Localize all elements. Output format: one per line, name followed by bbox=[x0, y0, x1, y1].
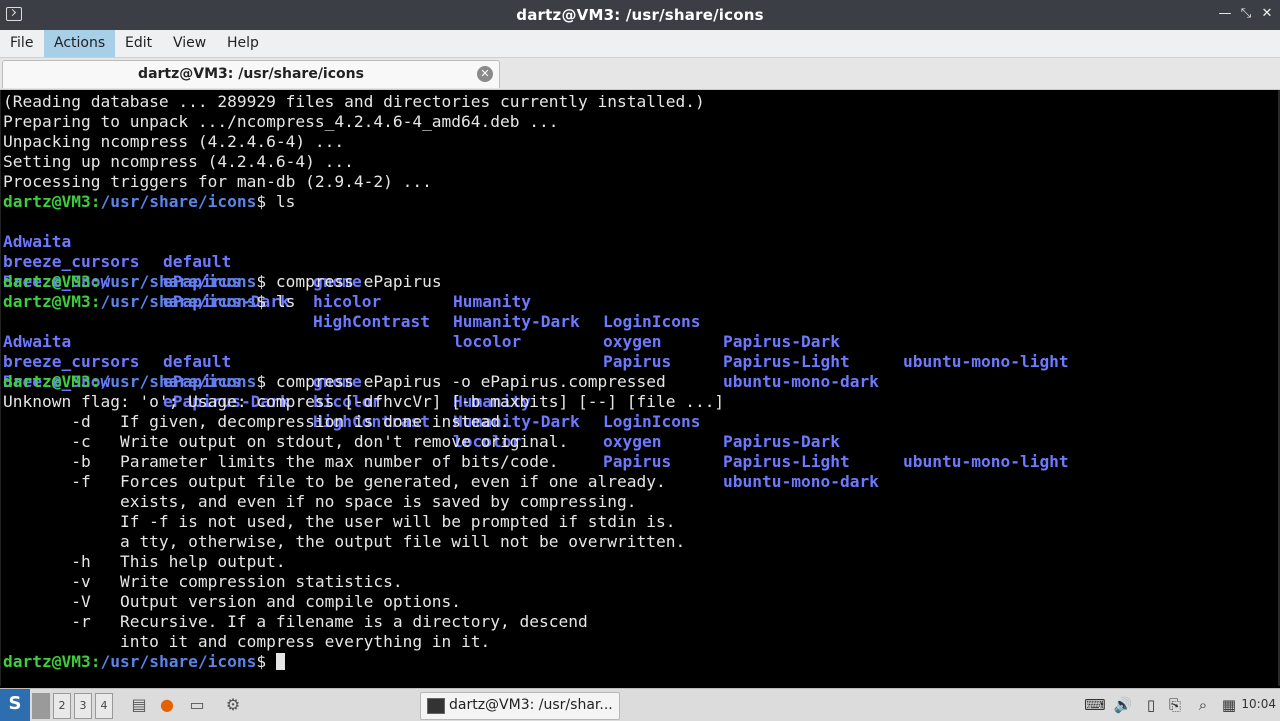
output-line: -d If given, decompression is done inste… bbox=[3, 412, 510, 431]
menu-actions[interactable]: Actions bbox=[44, 30, 116, 57]
prompt-user: dartz@VM3 bbox=[3, 652, 91, 671]
menu-file[interactable]: File bbox=[0, 30, 43, 57]
output-line: a tty, otherwise, the output file will n… bbox=[3, 532, 686, 551]
prompt-user: dartz@VM3 bbox=[3, 292, 91, 311]
output-line: If -f is not used, the user will be prom… bbox=[3, 512, 676, 531]
close-button[interactable]: ✕ bbox=[1258, 6, 1276, 21]
dir-entry: Humanity bbox=[453, 292, 531, 311]
output-line: -b Parameter limits the max number of bi… bbox=[3, 452, 559, 471]
command: ls bbox=[275, 192, 296, 211]
output-line: Unknown flag: 'o'; Usage: compress [-dfh… bbox=[3, 392, 725, 411]
prompt-user: dartz@VM3 bbox=[3, 272, 91, 291]
terminal-icon bbox=[427, 698, 445, 714]
clock[interactable]: 10:04 bbox=[1241, 697, 1276, 711]
prompt-user: dartz@VM3 bbox=[3, 192, 91, 211]
window-title: dartz@VM3: /usr/share/icons bbox=[516, 6, 764, 24]
folder-icon[interactable]: ▭ bbox=[186, 694, 208, 716]
menu-help[interactable]: Help bbox=[217, 30, 269, 57]
firefox-icon[interactable]: ● bbox=[156, 694, 178, 716]
tab-close-icon[interactable]: ✕ bbox=[477, 66, 493, 82]
keyboard-icon[interactable]: ⌨ bbox=[1084, 694, 1106, 716]
start-menu-icon[interactable]: S bbox=[0, 689, 30, 721]
desktop-2[interactable]: 2 bbox=[53, 693, 71, 719]
notes-icon[interactable]: ▦ bbox=[1218, 694, 1240, 716]
prompt-line: dartz@VM3:/usr/share/icons$ ls bbox=[3, 292, 296, 311]
terminal-output[interactable]: (Reading database ... 289929 files and d… bbox=[0, 90, 1279, 686]
ls-row: Breeze_Snow ePapirus-Dark HighContrast l… bbox=[3, 252, 1273, 391]
taskbar-window-label: dartz@VM3: /usr/shar... bbox=[449, 697, 613, 713]
ls-row: breeze_cursors ePapirus hicolor Humanity… bbox=[3, 332, 1273, 471]
minimize-button[interactable]: — bbox=[1216, 6, 1234, 21]
title-bar: dartz@VM3: /usr/share/icons — ⤡ ✕ bbox=[0, 0, 1280, 30]
output-line: -v Write compression statistics. bbox=[3, 572, 403, 591]
dir-entry: ubuntu-mono-dark bbox=[723, 372, 879, 391]
output-line: -h This help output. bbox=[3, 552, 286, 571]
output-line: -r Recursive. If a filename is a directo… bbox=[3, 612, 588, 631]
prompt-path: /usr/share/icons bbox=[100, 292, 257, 311]
desktop-1[interactable] bbox=[32, 693, 50, 719]
output-line: -f Forces output file to be generated, e… bbox=[3, 472, 666, 491]
command: ls bbox=[275, 292, 296, 311]
ls-row: breeze_cursors ePapirus hicolor Humanity… bbox=[3, 232, 1273, 371]
dir-entry: ubuntu-mono-dark bbox=[723, 472, 879, 491]
ls-row: Adwaita default gnome Humanity LoginIcon… bbox=[3, 212, 1273, 371]
tab-label: dartz@VM3: /usr/share/icons bbox=[138, 66, 364, 82]
prompt-line: dartz@VM3:/usr/share/icons$ ls bbox=[3, 192, 296, 211]
desktop-4[interactable]: 4 bbox=[95, 693, 113, 719]
battery-icon[interactable]: ▯ bbox=[1140, 694, 1162, 716]
menu-bar: File Actions Edit View Help bbox=[0, 30, 1280, 58]
output-line: Unpacking ncompress (4.2.4.6-4) ... bbox=[3, 132, 345, 151]
text-cursor bbox=[275, 653, 285, 670]
dir-entry: LoginIcons bbox=[603, 412, 701, 431]
dir-entry: oxygen bbox=[603, 432, 662, 451]
dir-entry: Papirus-Dark bbox=[723, 432, 840, 451]
dir-entry: hicolor bbox=[313, 292, 382, 311]
output-line: exists, and even if no space is saved by… bbox=[3, 492, 637, 511]
taskbar: S 2 3 4 ▤ ● ▭ ⚙ dartz@VM3: /usr/shar... … bbox=[0, 688, 1280, 721]
prompt-line[interactable]: dartz@VM3:/usr/share/icons$ bbox=[3, 652, 285, 672]
clipboard-icon[interactable]: ⎘ bbox=[1164, 694, 1186, 716]
prompt-path: /usr/share/icons bbox=[100, 372, 257, 391]
command: compress ePapirus -o ePapirus.compressed bbox=[275, 372, 666, 391]
output-line: Setting up ncompress (4.2.4.6-4) ... bbox=[3, 152, 354, 171]
ls-row: Adwaita default gnome Humanity LoginIcon… bbox=[3, 312, 1273, 471]
prompt-path: /usr/share/icons bbox=[100, 272, 257, 291]
file-manager-icon[interactable]: ▤ bbox=[128, 694, 150, 716]
dir-entry: Papirus bbox=[603, 452, 672, 471]
output-line: Processing triggers for man-db (2.9.4-2)… bbox=[3, 172, 432, 191]
output-line: (Reading database ... 289929 files and d… bbox=[3, 92, 705, 111]
desktop-3[interactable]: 3 bbox=[74, 693, 92, 719]
menu-view[interactable]: View bbox=[163, 30, 216, 57]
prompt-line: dartz@VM3:/usr/share/icons$ compress ePa… bbox=[3, 372, 666, 391]
dir-entry: ubuntu-mono-light bbox=[903, 452, 1069, 471]
prompt-line: dartz@VM3:/usr/share/icons$ compress ePa… bbox=[3, 272, 442, 291]
dir-entry: Papirus-Light bbox=[723, 452, 850, 471]
output-line: -c Write output on stdout, don't remove … bbox=[3, 432, 569, 451]
output-line: -V Output version and compile options. bbox=[3, 592, 462, 611]
menu-edit[interactable]: Edit bbox=[115, 30, 162, 57]
command: compress ePapirus bbox=[275, 272, 442, 291]
search-icon[interactable]: ⌕ bbox=[1192, 694, 1214, 716]
ls-row: Breeze_Snow ePapirus-Dark HighContrast l… bbox=[3, 352, 1273, 491]
output-line: Preparing to unpack .../ncompress_4.2.4.… bbox=[3, 112, 559, 131]
prompt-path: /usr/share/icons bbox=[100, 192, 257, 211]
terminal-tab[interactable]: dartz@VM3: /usr/share/icons ✕ bbox=[2, 60, 500, 88]
settings-icon[interactable]: ⚙ bbox=[222, 694, 244, 716]
taskbar-window-button[interactable]: dartz@VM3: /usr/shar... bbox=[420, 692, 620, 720]
prompt-user: dartz@VM3 bbox=[3, 372, 91, 391]
prompt-path: /usr/share/icons bbox=[100, 652, 257, 671]
output-line: into it and compress everything in it. bbox=[3, 632, 491, 651]
volume-icon[interactable]: 🔊 bbox=[1112, 694, 1134, 716]
maximize-button[interactable]: ⤡ bbox=[1237, 6, 1255, 21]
tab-bar: dartz@VM3: /usr/share/icons ✕ bbox=[0, 58, 1280, 90]
